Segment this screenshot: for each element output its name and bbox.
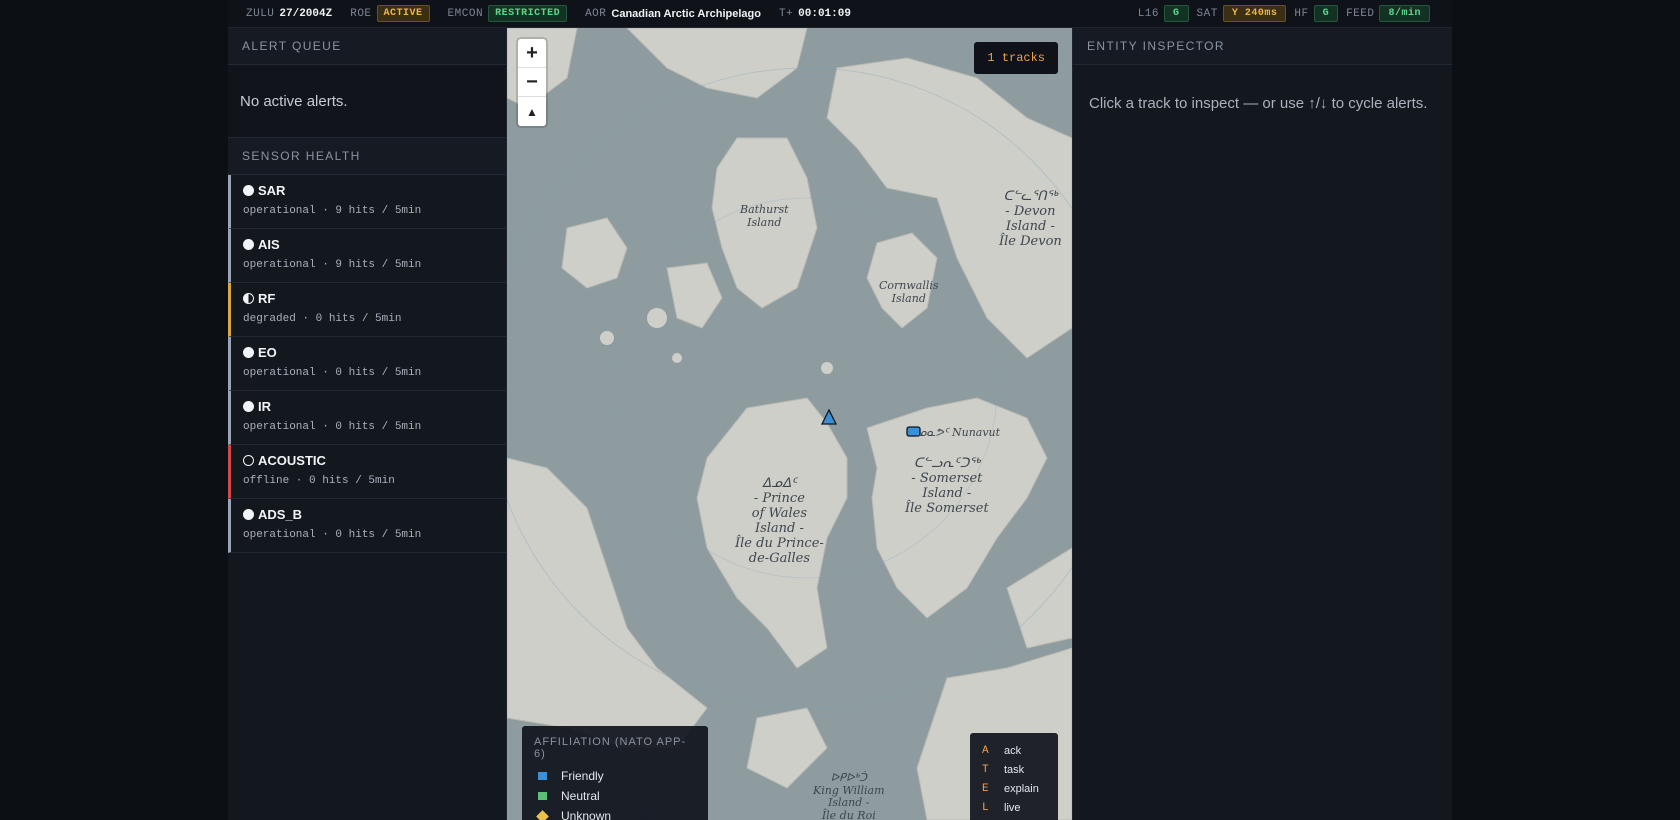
roe-status: ROE ACTIVE (350, 5, 430, 22)
sensor-status: operational · 0 hits / 5min (243, 421, 422, 433)
sensor-name: RF (258, 291, 276, 306)
aor-status: AOR Canadian Arctic Archipelago (585, 8, 761, 20)
hotkey-task: T task (982, 763, 1025, 776)
sensor-status: operational · 9 hits / 5min (243, 205, 422, 217)
status-dot-icon (243, 401, 254, 412)
map-terrain (507, 28, 1072, 820)
sensor-name: AIS (258, 237, 280, 252)
zulu-time: ZULU 27/2004Z (246, 8, 332, 20)
sensor-name: EO (258, 345, 277, 360)
zulu-key: ZULU (246, 7, 275, 20)
tplus-value: 00:01:09 (798, 7, 851, 20)
map-label-somerset: ᑕᓪᓗᕆᑦᑐᖅ - Somerset Island - Île Somerset (905, 456, 989, 516)
status-dot-icon (243, 185, 254, 196)
map-label-nunavut: ᓄᓇᕗᑦ Nunavut (917, 426, 1001, 439)
empty-dot-icon (243, 455, 254, 466)
sensor-row-ais[interactable]: AIS operational · 9 hits / 5min (228, 229, 506, 283)
roe-key: ROE (350, 7, 372, 20)
legend-item-unknown: Unknown (534, 806, 696, 820)
sat-badge: Y 240ms (1222, 5, 1287, 22)
l16-key: L16 (1137, 7, 1160, 20)
l16-status: L16 G (1138, 5, 1189, 22)
sat-status: SAT Y 240ms (1197, 5, 1287, 22)
map-label-cornwallis: Cornwallis Island (879, 279, 939, 305)
status-dot-icon (243, 509, 254, 520)
map-label-devon: ᑕᓪᓚᕐᑎᖅ - Devon Island - Île Devon (999, 189, 1062, 249)
sensor-status: operational · 9 hits / 5min (243, 259, 422, 271)
reset-north-button[interactable]: ▲ (518, 97, 546, 126)
half-dot-icon (243, 293, 254, 304)
entity-inspector-panel: ENTITY INSPECTOR Click a track to inspec… (1072, 28, 1452, 820)
tplus-key: T+ (778, 7, 794, 20)
zoom-in-button[interactable]: + (518, 39, 546, 68)
hf-key: HF (1294, 7, 1309, 20)
hotkey-legend: A ack T task E explain L live (970, 733, 1058, 820)
sensor-row-eo[interactable]: EO operational · 0 hits / 5min (228, 337, 506, 391)
feed-key: FEED (1346, 7, 1375, 20)
mission-clock: T+ 00:01:09 (779, 8, 851, 20)
affiliation-legend: AFFILIATION (NATO APP-6) Friendly Neutra… (522, 726, 708, 820)
sensor-row-acoustic[interactable]: ACOUSTIC offline · 0 hits / 5min (228, 445, 506, 499)
sensor-name: ADS_B (258, 507, 303, 522)
status-bar: ZULU 27/2004Z ROE ACTIVE EMCON RESTRICTE… (228, 0, 1452, 28)
sensor-health-header: SENSOR HEALTH (228, 138, 506, 175)
hf-status: HF G (1294, 5, 1339, 22)
l16-badge: G (1164, 5, 1189, 22)
status-dot-icon (243, 347, 254, 358)
left-panel: ALERT QUEUE No active alerts. SENSOR HEA… (228, 28, 507, 820)
sensor-status: degraded · 0 hits / 5min (243, 313, 402, 325)
track-count-badge: 1 tracks (974, 42, 1058, 74)
sensor-status: offline · 0 hits / 5min (243, 475, 395, 487)
sensor-row-sar[interactable]: SAR operational · 9 hits / 5min (228, 175, 506, 229)
sat-key: SAT (1196, 7, 1218, 20)
sensor-status: operational · 0 hits / 5min (243, 529, 422, 541)
legend-item-friendly: Friendly (534, 766, 696, 786)
sensor-row-ads-b[interactable]: ADS_B operational · 0 hits / 5min (228, 499, 506, 553)
hotkey-explain: E explain (982, 782, 1039, 795)
map-label-king-william: ᐅᑭᐅᒃᑑ King William Island - Île du Roi (813, 771, 885, 820)
sensor-name: ACOUSTIC (258, 453, 326, 468)
legend-title: AFFILIATION (NATO APP-6) (534, 736, 687, 760)
map-label-bathurst: Bathurst Island (740, 203, 789, 229)
legend-item-neutral: Neutral (534, 786, 696, 806)
emcon-status: EMCON RESTRICTED (448, 5, 568, 22)
map-view[interactable]: Bathurst Island Cornwallis Island ᑕᓪᓚᕐᑎᖅ… (507, 28, 1072, 820)
sensor-row-rf[interactable]: RF degraded · 0 hits / 5min (228, 283, 506, 337)
sensor-name: SAR (258, 183, 286, 198)
emcon-badge: RESTRICTED (488, 5, 568, 22)
aor-key: AOR (585, 7, 607, 20)
zulu-value: 27/2004Z (279, 7, 333, 20)
hotkey-live: L live (982, 801, 1021, 814)
alert-queue-header: ALERT QUEUE (228, 28, 506, 65)
map-label-prince-of-wales: ᐃᓄᐃᑦ - Prince of Wales Island - Île du P… (735, 476, 824, 566)
sensor-row-ir[interactable]: IR operational · 0 hits / 5min (228, 391, 506, 445)
friendly-swatch-icon (538, 772, 547, 780)
zoom-controls: + − ▲ (518, 39, 546, 126)
sensor-status: operational · 0 hits / 5min (243, 367, 422, 379)
zoom-out-button[interactable]: − (518, 68, 546, 97)
sensor-name: IR (258, 399, 271, 414)
inspector-hint: Click a track to inspect — or use ↑/↓ to… (1089, 95, 1428, 112)
feed-status: FEED 8/min (1346, 5, 1430, 22)
hf-badge: G (1313, 5, 1339, 22)
link-status-group: L16 G SAT Y 240ms HF G FEED 8/min (1130, 5, 1430, 22)
emcon-key: EMCON (447, 7, 484, 20)
status-dot-icon (243, 239, 254, 250)
feed-badge: 8/min (1379, 5, 1430, 22)
roe-badge: ACTIVE (376, 5, 430, 22)
aor-value: Canadian Arctic Archipelago (611, 7, 761, 20)
unknown-diamond-icon (536, 809, 549, 820)
neutral-swatch-icon (538, 792, 547, 800)
entity-inspector-header: ENTITY INSPECTOR (1073, 28, 1452, 65)
alert-queue-empty: No active alerts. (228, 65, 506, 138)
hotkey-ack: A ack (982, 744, 1022, 757)
